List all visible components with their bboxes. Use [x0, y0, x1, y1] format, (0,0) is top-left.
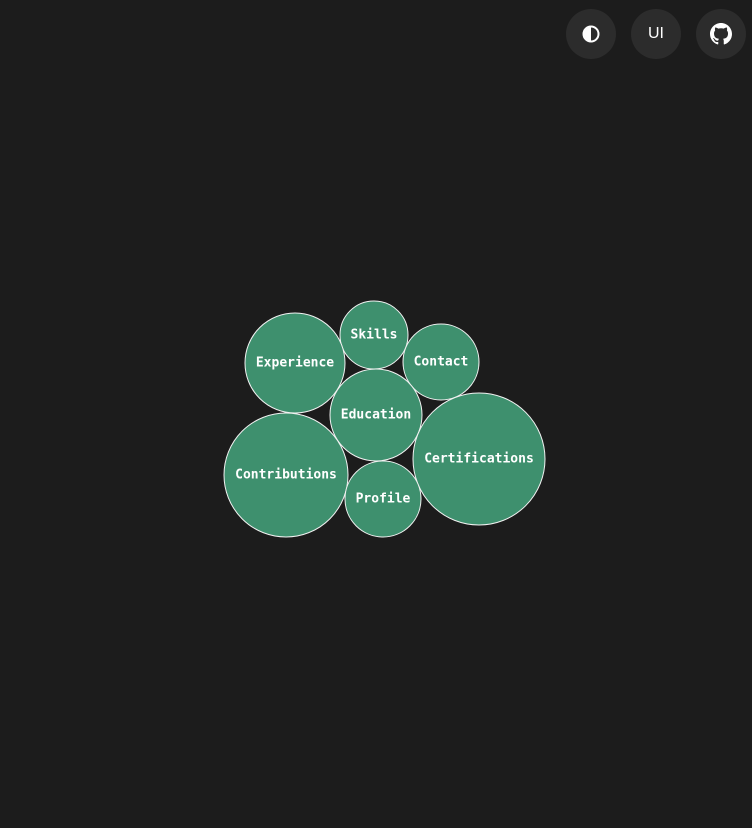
- page: UI Skills Experience Contact Education Certi…: [0, 0, 752, 828]
- bubble-skills-circle[interactable]: [339, 300, 409, 370]
- bubble-certifications-circle[interactable]: [412, 392, 546, 526]
- bubble-education[interactable]: Education: [329, 368, 423, 462]
- bubble-contributions-circle[interactable]: [223, 412, 349, 538]
- bubble-education-circle[interactable]: [329, 368, 423, 462]
- bubble-contact[interactable]: Contact: [402, 323, 480, 401]
- bubble-skills[interactable]: Skills: [339, 300, 409, 370]
- bubble-profile-circle[interactable]: [344, 460, 422, 538]
- bubble-experience-circle[interactable]: [244, 312, 346, 414]
- bubble-certifications[interactable]: Certifications: [412, 392, 546, 526]
- bubble-profile[interactable]: Profile: [344, 460, 422, 538]
- bubble-contact-circle[interactable]: [402, 323, 480, 401]
- bubble-experience[interactable]: Experience: [244, 312, 346, 414]
- bubble-contributions[interactable]: Contributions: [223, 412, 349, 538]
- section-bubble-cluster: SkillsExperience ContactEducationCertific…: [223, 300, 546, 538]
